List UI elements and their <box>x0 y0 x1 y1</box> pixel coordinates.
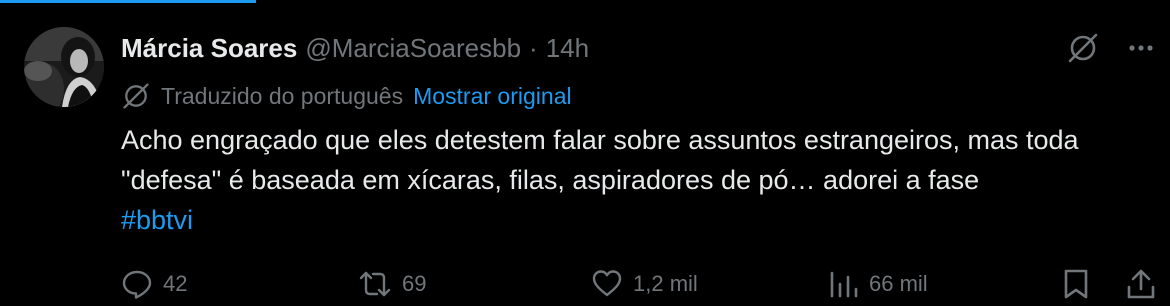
translation-row: Traduzido do português Mostrar original <box>121 80 572 112</box>
translate-icon <box>121 81 151 111</box>
tweet-body: Acho engraçado que eles detestem falar s… <box>121 125 1079 195</box>
tweet-actions: 42 69 1,2 mil 66 mil <box>121 264 1156 304</box>
share-button[interactable] <box>1126 264 1156 304</box>
tweet-text: Acho engraçado que eles detestem falar s… <box>121 120 1151 240</box>
like-button[interactable]: 1,2 mil <box>591 264 698 304</box>
reply-button[interactable]: 42 <box>121 264 187 304</box>
separator-dot: · <box>529 32 538 63</box>
like-count: 1,2 mil <box>633 271 698 296</box>
tweet[interactable]: Márcia Soares @MarciaSoaresbb · 14h Trad… <box>0 0 1170 306</box>
reply-icon <box>122 270 152 299</box>
reply-count: 42 <box>163 271 188 296</box>
share-icon <box>1127 269 1155 299</box>
views-icon <box>830 271 858 298</box>
hashtag-link[interactable]: #bbtvi <box>121 205 193 235</box>
more-icon[interactable] <box>1128 35 1154 61</box>
grok-icon[interactable] <box>1066 31 1100 65</box>
views-button[interactable]: 66 mil <box>829 264 928 304</box>
translated-from-label: Traduzido do português <box>161 82 404 109</box>
retweet-button[interactable]: 69 <box>358 264 426 304</box>
show-original-link[interactable]: Mostrar original <box>413 83 572 110</box>
bookmark-button[interactable] <box>1061 264 1091 304</box>
tweet-header: Márcia Soares @MarciaSoaresbb · 14h <box>121 30 589 66</box>
heart-icon <box>592 270 622 297</box>
retweet-count: 69 <box>402 271 427 296</box>
author-display-name[interactable]: Márcia Soares <box>121 33 297 64</box>
tweet-timestamp[interactable]: 14h <box>546 33 589 64</box>
retweet-icon <box>359 271 391 297</box>
views-count: 66 mil <box>869 271 928 296</box>
avatar[interactable] <box>24 27 104 107</box>
header-actions <box>1066 30 1154 66</box>
author-handle[interactable]: @MarciaSoaresbb <box>305 33 521 64</box>
bookmark-icon <box>1064 269 1088 299</box>
